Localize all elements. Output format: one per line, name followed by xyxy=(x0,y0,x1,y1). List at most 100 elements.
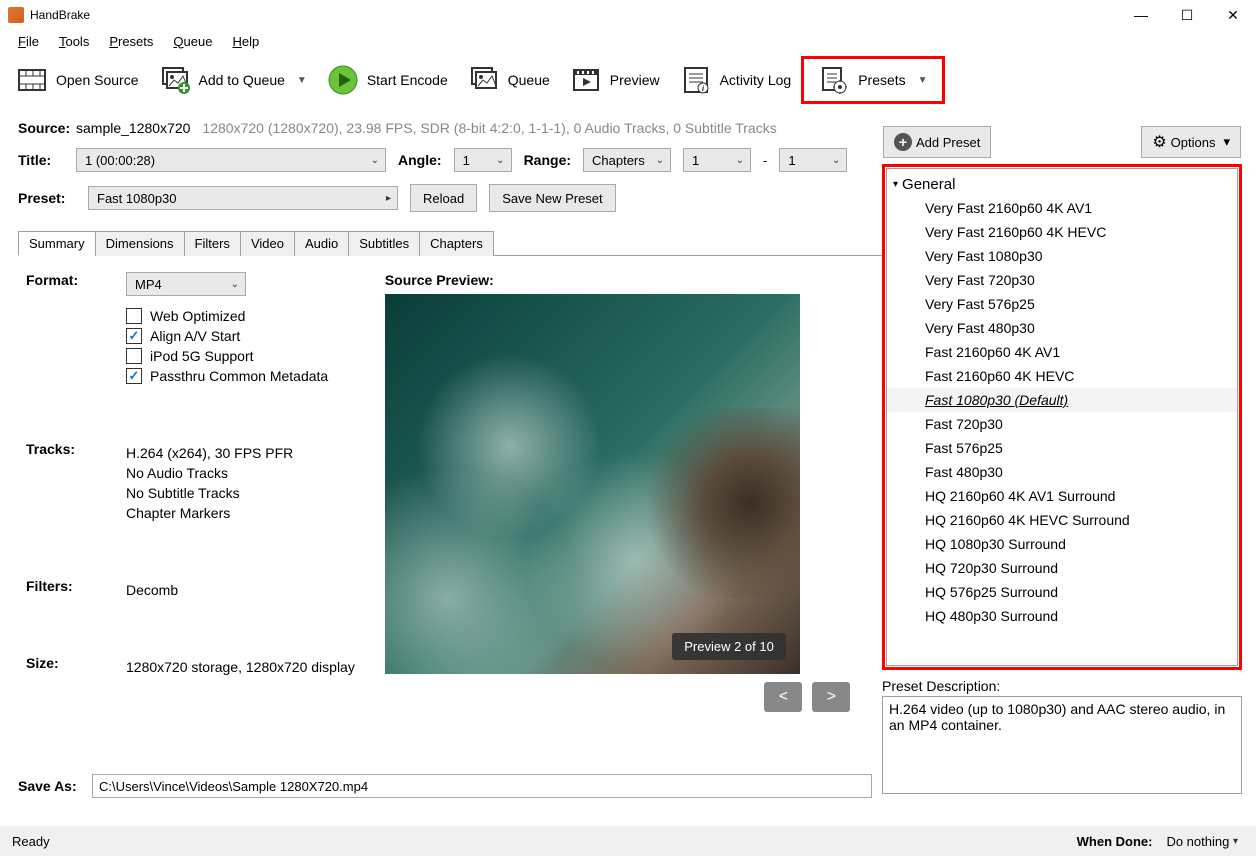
queue-button[interactable]: Queue xyxy=(458,58,560,102)
preview-image: Preview 2 of 10 xyxy=(385,294,800,674)
range-from-select[interactable]: 1⌄ xyxy=(683,148,751,172)
preview-button[interactable]: Preview xyxy=(560,58,670,102)
tab-chapters[interactable]: Chapters xyxy=(419,231,494,256)
range-to-select[interactable]: 1⌄ xyxy=(779,148,847,172)
status-bar: Ready When Done: Do nothing ▾ xyxy=(0,826,1256,856)
chevron-down-icon: ▼ xyxy=(918,75,928,86)
preset-item[interactable]: Very Fast 1080p30 xyxy=(887,244,1237,268)
tab-summary[interactable]: Summary xyxy=(18,231,96,256)
tracks-list: H.264 (x264), 30 FPS PFRNo Audio TracksN… xyxy=(126,441,355,525)
menu-queue[interactable]: Queue xyxy=(163,32,222,51)
presets-list[interactable]: ▾ General Very Fast 2160p60 4K AV1Very F… xyxy=(886,168,1238,666)
close-button[interactable]: ✕ xyxy=(1210,0,1256,30)
preset-item[interactable]: Fast 576p25 xyxy=(887,436,1237,460)
format-label: Format: xyxy=(26,272,126,288)
app-icon xyxy=(8,7,24,23)
preset-description-label: Preset Description: xyxy=(882,678,1242,694)
presets-button[interactable]: Presets ▼ xyxy=(808,58,937,102)
presets-list-highlight: ▾ General Very Fast 2160p60 4K AV1Very F… xyxy=(882,164,1242,670)
tab-subtitles[interactable]: Subtitles xyxy=(348,231,420,256)
title-bar: HandBrake — ☐ ✕ xyxy=(0,0,1256,30)
summary-left: Format: MP4⌄ Web Optimized Align A/V Sta… xyxy=(26,272,355,712)
tab-audio[interactable]: Audio xyxy=(294,231,349,256)
preset-item[interactable]: Fast 2160p60 4K HEVC xyxy=(887,364,1237,388)
menu-bar: File Tools Presets Queue Help xyxy=(0,30,1256,52)
preset-label: Preset: xyxy=(18,190,76,206)
track-info: No Subtitle Tracks xyxy=(126,485,355,501)
when-done-select[interactable]: Do nothing ▾ xyxy=(1158,829,1244,853)
preview-prev-button[interactable]: < xyxy=(764,682,802,712)
triangle-down-icon: ▾ xyxy=(893,179,898,190)
preset-item[interactable]: Very Fast 480p30 xyxy=(887,316,1237,340)
web-optimized-checkbox[interactable]: Web Optimized xyxy=(126,308,355,324)
preset-item[interactable]: Fast 1080p30 (Default) xyxy=(887,388,1237,412)
preset-select[interactable]: Fast 1080p30▸ xyxy=(88,186,398,210)
queue-add-icon xyxy=(159,64,191,96)
preset-item[interactable]: HQ 2160p60 4K HEVC Surround xyxy=(887,508,1237,532)
chevron-down-icon: ▼ xyxy=(297,75,307,86)
track-info: Chapter Markers xyxy=(126,505,355,521)
play-icon xyxy=(327,64,359,96)
preset-item[interactable]: HQ 720p30 Surround xyxy=(887,556,1237,580)
when-done-label: When Done: xyxy=(1077,834,1153,849)
menu-presets[interactable]: Presets xyxy=(99,32,163,51)
tab-filters[interactable]: Filters xyxy=(184,231,241,256)
range-separator: - xyxy=(763,153,767,168)
presets-group-general[interactable]: ▾ General xyxy=(887,173,1237,196)
angle-select[interactable]: 1⌄ xyxy=(454,148,512,172)
preset-item[interactable]: HQ 2160p60 4K AV1 Surround xyxy=(887,484,1237,508)
source-label: Source: xyxy=(18,120,76,136)
tracks-label: Tracks: xyxy=(26,441,126,457)
passthru-checkbox[interactable]: Passthru Common Metadata xyxy=(126,368,355,384)
preview-next-button[interactable]: > xyxy=(812,682,850,712)
preset-item[interactable]: HQ 576p25 Surround xyxy=(887,580,1237,604)
preset-item[interactable]: Very Fast 2160p60 4K AV1 xyxy=(887,196,1237,220)
size-label: Size: xyxy=(26,655,126,671)
menu-file[interactable]: File xyxy=(8,32,49,51)
presets-icon xyxy=(818,64,850,96)
ipod-checkbox[interactable]: iPod 5G Support xyxy=(126,348,355,364)
range-type-select[interactable]: Chapters⌄ xyxy=(583,148,671,172)
preview-badge: Preview 2 of 10 xyxy=(672,633,786,660)
preset-item[interactable]: Fast 2160p60 4K AV1 xyxy=(887,340,1237,364)
format-select[interactable]: MP4⌄ xyxy=(126,272,246,296)
window-controls: — ☐ ✕ xyxy=(1118,0,1256,30)
preset-item[interactable]: Very Fast 720p30 xyxy=(887,268,1237,292)
gear-icon: ⚙ xyxy=(1152,132,1166,152)
tab-video[interactable]: Video xyxy=(240,231,295,256)
align-av-checkbox[interactable]: Align A/V Start xyxy=(126,328,355,344)
preset-item[interactable]: HQ 480p30 Surround xyxy=(887,604,1237,628)
preset-item[interactable]: HQ 1080p30 Surround xyxy=(887,532,1237,556)
presets-toolbar-highlight: Presets ▼ xyxy=(801,56,944,104)
minimize-button[interactable]: — xyxy=(1118,0,1164,30)
save-as-input[interactable] xyxy=(92,774,872,798)
filters-value: Decomb xyxy=(126,582,355,598)
title-select[interactable]: 1 (00:00:28)⌄ xyxy=(76,148,386,172)
preset-item[interactable]: Very Fast 576p25 xyxy=(887,292,1237,316)
menu-tools[interactable]: Tools xyxy=(49,32,99,51)
tab-dimensions[interactable]: Dimensions xyxy=(95,231,185,256)
save-as-label: Save As: xyxy=(18,778,84,794)
film-icon xyxy=(16,64,48,96)
preset-item[interactable]: Fast 720p30 xyxy=(887,412,1237,436)
save-new-preset-button[interactable]: Save New Preset xyxy=(489,184,615,212)
track-info: H.264 (x264), 30 FPS PFR xyxy=(126,445,355,461)
add-preset-button[interactable]: + Add Preset xyxy=(883,126,991,158)
title-label: Title: xyxy=(18,152,64,168)
queue-icon xyxy=(468,64,500,96)
activity-log-button[interactable]: i Activity Log xyxy=(670,58,802,102)
source-value: sample_1280x720 xyxy=(76,120,190,136)
start-encode-button[interactable]: Start Encode xyxy=(317,58,458,102)
chevron-right-icon: ▸ xyxy=(386,193,391,204)
open-source-button[interactable]: Open Source xyxy=(6,58,149,102)
preset-item[interactable]: Very Fast 2160p60 4K HEVC xyxy=(887,220,1237,244)
maximize-button[interactable]: ☐ xyxy=(1164,0,1210,30)
preset-item[interactable]: Fast 480p30 xyxy=(887,460,1237,484)
menu-help[interactable]: Help xyxy=(222,32,269,51)
filters-label: Filters: xyxy=(26,578,126,594)
plus-icon: + xyxy=(894,133,912,151)
status-text: Ready xyxy=(12,834,50,849)
reload-button[interactable]: Reload xyxy=(410,184,477,212)
add-to-queue-button[interactable]: Add to Queue ▼ xyxy=(149,58,317,102)
preset-options-button[interactable]: ⚙ Options ▾ xyxy=(1141,126,1241,158)
